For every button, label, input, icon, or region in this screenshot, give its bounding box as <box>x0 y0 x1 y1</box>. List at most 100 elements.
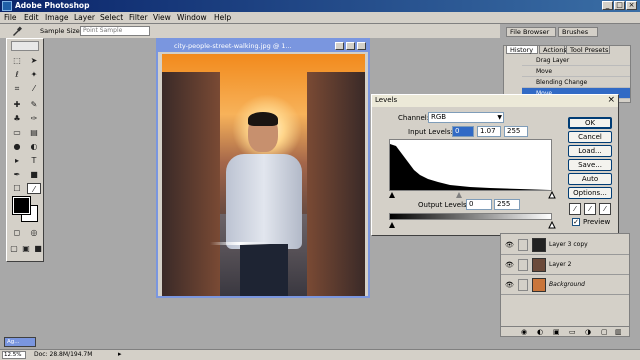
input-gamma-field[interactable]: 1.07 <box>477 126 501 137</box>
canvas-photo[interactable] <box>162 54 365 296</box>
channel-select[interactable]: RGB ▼ <box>428 112 504 123</box>
photo-person-body <box>226 154 302 249</box>
menu-select[interactable]: Select <box>100 13 123 22</box>
levels-histogram <box>389 139 552 191</box>
gray-eyedropper-icon[interactable]: ⁄ <box>584 203 596 215</box>
doc-close-button[interactable] <box>357 42 366 50</box>
save-button[interactable]: Save... <box>568 159 612 171</box>
history-item[interactable]: Drag Layer <box>522 55 630 66</box>
input-white-field[interactable]: 255 <box>504 126 528 137</box>
layer-link-box[interactable] <box>518 259 528 271</box>
eye-icon[interactable]: 👁 <box>505 281 514 289</box>
cancel-button[interactable]: Cancel <box>568 131 612 143</box>
notes-tool-icon[interactable]: ☐ <box>10 183 24 194</box>
menu-layer[interactable]: Layer <box>74 13 95 22</box>
menu-file[interactable]: File <box>4 13 17 22</box>
auto-button[interactable]: Auto <box>568 173 612 185</box>
folder-icon[interactable]: ▭ <box>569 328 576 336</box>
eye-icon[interactable]: 👁 <box>505 261 514 269</box>
adjustment-layer-icon[interactable]: ◑ <box>585 328 591 336</box>
tab-file-browser[interactable]: File Browser <box>506 27 556 37</box>
tab-brushes[interactable]: Brushes <box>558 27 598 37</box>
screen-mode-full-icon[interactable]: ■ <box>31 243 45 254</box>
menu-view[interactable]: View <box>153 13 171 22</box>
marquee-tool-icon[interactable]: ⬚ <box>10 55 24 66</box>
close-button[interactable]: × <box>626 1 637 10</box>
doc-maximize-button[interactable] <box>346 42 355 50</box>
preview-label: Preview <box>583 218 611 226</box>
pen-tool-icon[interactable]: ✒ <box>10 169 24 180</box>
input-sliders[interactable] <box>386 191 556 199</box>
layer-style-icon[interactable]: ◐ <box>537 328 543 336</box>
layer-link-box[interactable] <box>518 239 528 251</box>
history-brush-icon[interactable]: ✑ <box>27 113 41 124</box>
status-menu-arrow-icon[interactable]: ▸ <box>118 350 122 358</box>
document-title-bar[interactable]: city-people-street-walking.jpg @ 1... <box>158 40 368 52</box>
output-sliders[interactable] <box>386 221 556 229</box>
doc-minimize-button[interactable] <box>335 42 344 50</box>
levels-title-bar[interactable]: Levels × <box>372 95 618 107</box>
lasso-tool-icon[interactable]: ℓ <box>10 69 24 80</box>
output-white-field[interactable]: 255 <box>494 199 520 210</box>
white-eyedropper-icon[interactable]: ⁄ <box>599 203 611 215</box>
black-eyedropper-icon[interactable]: ⁄ <box>569 203 581 215</box>
eyedropper-icon[interactable] <box>12 26 22 36</box>
photo-person-hair <box>248 112 278 126</box>
layer-row[interactable]: 👁 Background <box>501 276 629 295</box>
maximize-button[interactable]: □ <box>614 1 625 10</box>
menu-help[interactable]: Help <box>214 13 231 22</box>
healing-brush-icon[interactable]: ✚ <box>10 99 24 110</box>
menu-filter[interactable]: Filter <box>129 13 148 22</box>
photo-person-legs <box>240 244 288 296</box>
foreground-color-swatch[interactable] <box>12 196 31 215</box>
tab-actions[interactable]: Actions <box>539 45 567 54</box>
gamma-slider-icon <box>456 192 462 198</box>
type-tool-icon[interactable]: T <box>27 155 41 166</box>
layer-row[interactable]: 👁 Layer 2 <box>501 256 629 275</box>
output-black-field[interactable]: 0 <box>466 199 492 210</box>
levels-title: Levels <box>375 96 398 104</box>
minimize-button[interactable]: _ <box>602 1 613 10</box>
history-item[interactable]: Blending Change <box>522 77 630 88</box>
zoom-field[interactable]: 12.5% <box>2 351 26 359</box>
blur-tool-icon[interactable]: ● <box>10 141 24 152</box>
new-layer-icon[interactable]: ▢ <box>601 328 608 336</box>
shape-tool-icon[interactable]: ■ <box>27 169 41 180</box>
layer-link-box[interactable] <box>518 279 528 291</box>
path-selection-icon[interactable]: ▸ <box>10 155 24 166</box>
histogram-graph <box>390 144 551 190</box>
brush-tool-icon[interactable]: ✎ <box>27 99 41 110</box>
clone-stamp-icon[interactable]: ♣ <box>10 113 24 124</box>
sample-size-select[interactable]: Point Sample <box>80 26 150 36</box>
magic-wand-tool-icon[interactable]: ✦ <box>27 69 41 80</box>
preview-checkbox[interactable]: ✓ <box>572 218 580 226</box>
dodge-tool-icon[interactable]: ◐ <box>27 141 41 152</box>
ok-button[interactable]: OK <box>568 117 612 129</box>
tab-tool-presets[interactable]: Tool Presets <box>566 45 610 54</box>
history-item[interactable]: Move <box>522 66 630 77</box>
input-black-field[interactable]: 0 <box>452 126 474 137</box>
layer-name: Background <box>549 281 585 288</box>
minimized-document[interactable]: Ag... <box>4 337 36 347</box>
crop-tool-icon[interactable]: ⌗ <box>10 83 24 94</box>
slice-tool-icon[interactable]: ⁄ <box>27 83 41 94</box>
options-button[interactable]: Options... <box>568 187 612 199</box>
tab-history[interactable]: History <box>506 45 538 54</box>
menu-edit[interactable]: Edit <box>24 13 39 22</box>
load-button[interactable]: Load... <box>568 145 612 157</box>
move-tool-icon[interactable]: ➤ <box>27 55 41 66</box>
eye-icon[interactable]: 👁 <box>505 241 514 249</box>
eyedropper-tool-icon[interactable]: ⁄ <box>27 183 41 194</box>
layer-row[interactable]: 👁 Layer 3 copy <box>501 236 629 255</box>
gradient-tool-icon[interactable]: ▤ <box>27 127 41 138</box>
eraser-tool-icon[interactable]: ▭ <box>10 127 24 138</box>
levels-close-icon[interactable]: × <box>607 96 615 105</box>
chevron-down-icon: ▼ <box>497 114 502 121</box>
link-layers-icon[interactable]: ◉ <box>521 328 527 336</box>
menu-image[interactable]: Image <box>45 13 69 22</box>
quick-mask-icon[interactable]: ◎ <box>27 227 41 238</box>
layer-mask-icon[interactable]: ▣ <box>553 328 560 336</box>
standard-mode-icon[interactable]: ◻ <box>10 227 24 238</box>
trash-icon[interactable]: ▥ <box>615 328 622 336</box>
menu-window[interactable]: Window <box>177 13 207 22</box>
